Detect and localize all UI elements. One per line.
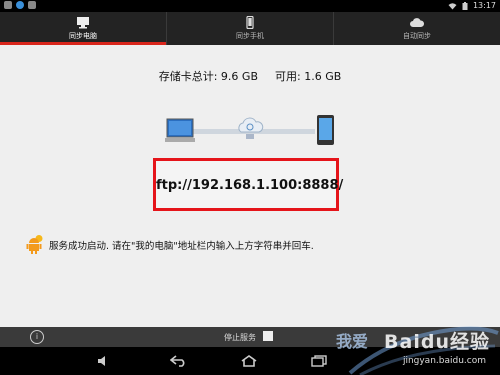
storage-free: 可用: 1.6 GB [275, 70, 342, 83]
battery-icon [462, 1, 468, 10]
ftp-address-highlight: ftp://192.168.1.100:8888/ [153, 158, 344, 211]
storage-info: 存储卡总计: 9.6 GB 可用: 1.6 GB [0, 68, 500, 84]
watermark-slogan: 我爱 [336, 332, 369, 351]
monitor-icon [77, 17, 89, 29]
volume-down-icon[interactable] [97, 354, 111, 368]
sync-diagram [165, 115, 334, 145]
stop-service-checkbox[interactable] [263, 331, 273, 341]
recent-apps-icon[interactable] [310, 355, 328, 367]
tab-sync-pc[interactable]: 同步电脑 [0, 12, 166, 45]
app-notification-icon [28, 1, 36, 9]
status-message-row: 服务成功启动. 请在"我的电脑"地址栏内输入上方字符串并回车. [26, 235, 314, 254]
status-bar: 13:17 [0, 0, 500, 12]
baidu-watermark: 我爱 Baidu经验 jingyan.baidu.com [330, 318, 500, 375]
home-icon[interactable] [240, 355, 258, 367]
phone-device-icon [317, 115, 334, 145]
gallery-notification-icon [4, 1, 12, 9]
back-icon[interactable] [170, 355, 188, 367]
tab-label: 同步手机 [236, 32, 264, 40]
ftp-address: ftp://192.168.1.100:8888/ [156, 178, 344, 193]
stop-service-label: 停止服务 [224, 333, 256, 342]
watermark-logo: Baidu经验 [384, 331, 490, 353]
cloud-icon [410, 18, 424, 27]
tab-label: 同步电脑 [69, 32, 97, 40]
phone-icon [246, 16, 254, 29]
cloud-sync-icon [238, 117, 264, 139]
storage-total: 存储卡总计: 9.6 GB [158, 70, 258, 83]
tab-sync-phone[interactable]: 同步手机 [166, 12, 333, 45]
tab-label: 自动同步 [403, 32, 431, 40]
watermark-url: jingyan.baidu.com [402, 356, 486, 366]
clock: 13:17 [472, 1, 496, 10]
info-icon[interactable]: i [30, 330, 44, 344]
android-robot-icon [26, 235, 43, 254]
tab-auto-sync[interactable]: 自动同步 [333, 12, 500, 45]
browser-notification-icon [16, 1, 24, 9]
tab-bar: 同步电脑 同步手机 自动同步 [0, 12, 500, 45]
computer-icon [165, 118, 195, 142]
status-message: 服务成功启动. 请在"我的电脑"地址栏内输入上方字符串并回车. [49, 240, 314, 252]
wifi-icon [448, 2, 457, 9]
notification-icons [4, 1, 36, 9]
